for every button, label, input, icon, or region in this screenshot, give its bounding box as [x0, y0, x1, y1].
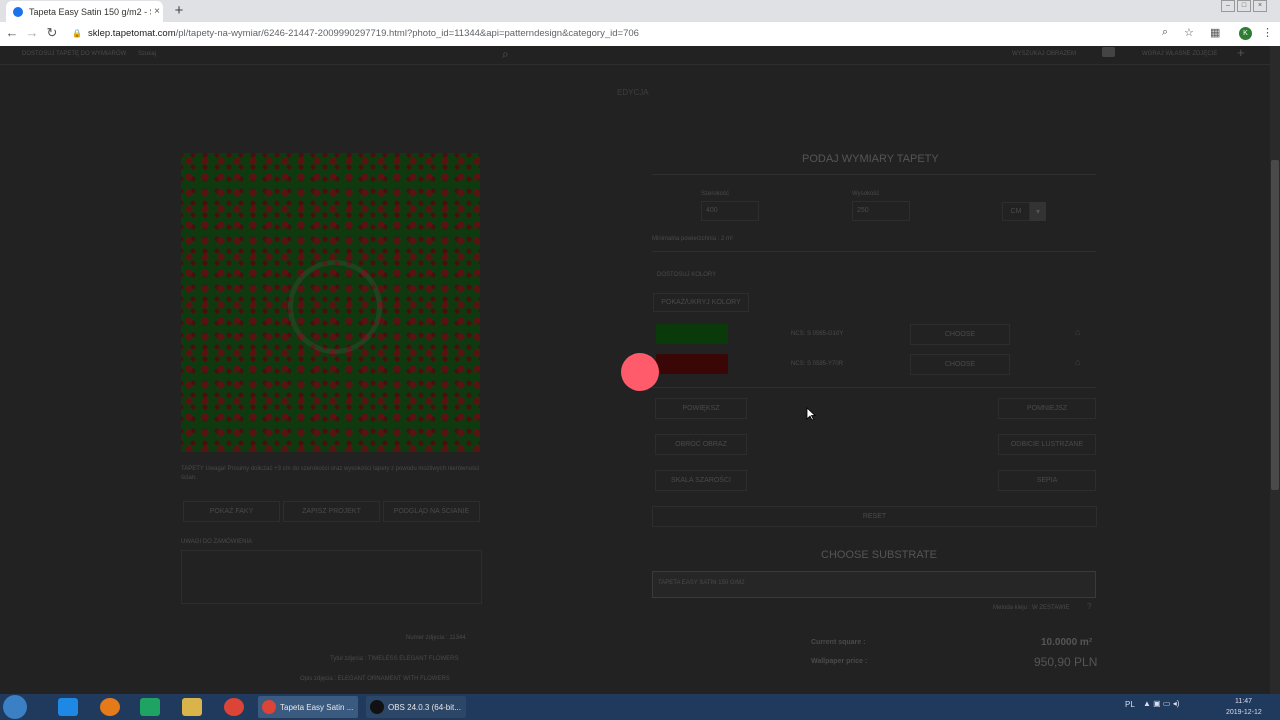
sun-app-icon[interactable]	[100, 698, 120, 716]
edition-label: EDYCJA	[617, 88, 649, 97]
enlarge-button[interactable]: POWIĘKSZ	[655, 398, 747, 419]
outlook-icon[interactable]	[58, 698, 78, 716]
plus-icon[interactable]: +	[1237, 45, 1245, 60]
search-icon[interactable]: ⌕	[502, 47, 509, 62]
minimize-icon[interactable]: –	[1221, 0, 1235, 12]
glue-note: Metoda kleju : W ZESTAWIE	[993, 605, 1070, 611]
divider	[652, 387, 1096, 388]
language-indicator[interactable]: PL	[1125, 700, 1135, 709]
substrate-value: TAPETA EASY SATIN 150 G/M2	[658, 580, 745, 586]
current-square-value: 10.0000 m²	[1041, 637, 1093, 648]
camera-icon[interactable]	[1102, 47, 1115, 57]
divider	[652, 174, 1096, 175]
grayscale-button[interactable]: SKALA SZAROŚCI	[655, 470, 747, 491]
choose-color1-button[interactable]: CHOOSE	[910, 324, 1010, 345]
wall-preview-button[interactable]: PODGLĄD NA ŚCIANIE	[383, 501, 480, 522]
show-colors-button[interactable]: POKAŻ/UKRYJ KOLORY	[653, 293, 749, 312]
remarks-textarea[interactable]	[181, 550, 482, 604]
dimensions-heading: PODAJ WYMIARY TAPETY	[802, 153, 939, 165]
close-tab-icon[interactable]: ×	[151, 6, 163, 17]
height-input[interactable]: 250	[852, 201, 910, 221]
obs-icon	[370, 700, 384, 714]
chrome-icon[interactable]	[224, 698, 244, 716]
extension-icon[interactable]: ▦	[1210, 26, 1220, 39]
height-label: Wysokość	[852, 191, 880, 197]
color-swatch-green[interactable]	[656, 324, 728, 344]
tab-title: Tapeta Easy Satin 150 g/m2 - Sa	[29, 6, 151, 17]
lock-icon[interactable]: ⌂	[1075, 357, 1080, 367]
divider	[652, 251, 1096, 252]
watermark-icon	[288, 260, 382, 354]
reset-button[interactable]: RESET	[652, 506, 1097, 527]
substrate-heading: CHOOSE SUBSTRATE	[821, 549, 937, 561]
rotate-button[interactable]: OBRÓĆ OBRAZ	[655, 434, 747, 455]
color2-code: NCS: S 0585-Y70R	[791, 361, 844, 367]
shrink-button[interactable]: POMNIEJSZ	[998, 398, 1096, 419]
bookmark-star-icon[interactable]: ☆	[1184, 26, 1194, 39]
task2-label: OBS 24.0.3 (64-bit...	[388, 702, 461, 712]
current-square-label: Current square :	[811, 639, 866, 646]
top-nav-right1[interactable]: WYSZUKAJ OBRAZEM	[1012, 51, 1076, 57]
photo-description: Opis zdjęcia : ELEGANT ORNAMENT WITH FLO…	[300, 676, 450, 682]
sepia-button[interactable]: SEPIA	[998, 470, 1096, 491]
url-domain: sklep.tapetomat.com	[87, 28, 176, 39]
mirror-button[interactable]: ODBICIE LUSTRZANE	[998, 434, 1096, 455]
price-value: 950,90 PLN	[1034, 655, 1098, 669]
chevron-down-icon[interactable]: ▾	[1030, 202, 1046, 221]
close-window-icon[interactable]: ×	[1253, 0, 1267, 12]
browser-tab[interactable]: Tapeta Easy Satin 150 g/m2 - Sa ×	[6, 1, 163, 22]
new-tab-button[interactable]: +	[170, 2, 188, 20]
size-notice: TAPETY Uwaga! Prosimy doliczać +3 cm do …	[181, 466, 480, 481]
clock-date[interactable]: 2019-12-12	[1226, 709, 1262, 716]
top-nav-right2[interactable]: WGRAJ WŁASNE ZDJĘCIE	[1142, 51, 1217, 57]
taskbar-chrome-task[interactable]: Tapeta Easy Satin ...	[258, 696, 358, 718]
site-top-nav	[0, 46, 1270, 65]
task1-label: Tapeta Easy Satin ...	[280, 702, 354, 712]
profile-avatar[interactable]: K	[1239, 27, 1252, 40]
taskbar-obs-task[interactable]: OBS 24.0.3 (64-bit...	[366, 696, 466, 718]
choose-color2-button[interactable]: CHOOSE	[910, 354, 1010, 375]
reload-icon[interactable]: ↻	[44, 25, 60, 41]
zoom-icon[interactable]: ⌕	[1162, 26, 1168, 39]
lock-icon[interactable]: ⌂	[1075, 327, 1080, 337]
start-button[interactable]	[3, 695, 27, 719]
price-label: Wallpaper price :	[811, 658, 868, 665]
menu-icon[interactable]: ⋮	[1262, 26, 1273, 39]
lock-icon: 🔒	[72, 29, 82, 38]
clock-time[interactable]: 11:47	[1235, 698, 1252, 705]
photo-number: Numer zdjęcia : 11344	[406, 635, 466, 641]
remarks-label: UWAGI DO ZAMÓWIENIA	[181, 539, 253, 545]
drive-icon[interactable]	[140, 698, 160, 716]
favicon-icon	[13, 6, 23, 17]
maximize-icon[interactable]: □	[1237, 0, 1251, 12]
url-field[interactable]: 🔒 sklep.tapetomat.com/pl/tapety-na-wymia…	[72, 25, 1172, 42]
info-icon[interactable]: ?	[1087, 602, 1091, 611]
browser-tab-strip	[0, 0, 1280, 22]
scrollbar-thumb[interactable]	[1271, 160, 1279, 490]
adjust-colors-label: DOSTOSUJ KOLORY	[657, 272, 717, 278]
url-path: /pl/tapety-na-wymiar/6246-21447-20099902…	[175, 28, 639, 39]
back-icon[interactable]: ←	[4, 25, 20, 40]
mouse-pointer-icon	[806, 407, 816, 421]
forward-icon[interactable]: →	[24, 25, 40, 40]
show-button[interactable]: POKAŻ FAKY	[183, 501, 280, 522]
save-project-button[interactable]: ZAPISZ PROJEKT	[283, 501, 380, 522]
top-nav-search[interactable]: Szukaj	[138, 51, 156, 57]
color1-code: NCS: S 0565-G10Y	[791, 331, 844, 337]
unit-select[interactable]: CM	[1002, 202, 1030, 221]
top-nav-left[interactable]: DOSTOSUJ TAPETĘ DO WYMIARÓW	[22, 51, 126, 57]
min-area-note: Minimalna powierzchnia : 2 m²	[652, 236, 734, 242]
folder-icon[interactable]	[182, 698, 202, 716]
photo-title: Tytuł zdjęcia : TIMELESS ELEGANT FLOWERS	[330, 656, 459, 662]
tray-icons[interactable]: ▲ ▣ ▭ ◂)	[1143, 699, 1179, 708]
click-indicator	[621, 353, 659, 391]
width-input[interactable]: 400	[701, 201, 759, 221]
color-swatch-red[interactable]	[656, 354, 728, 374]
width-label: Szerokość	[701, 191, 730, 197]
chrome-icon	[262, 700, 276, 714]
